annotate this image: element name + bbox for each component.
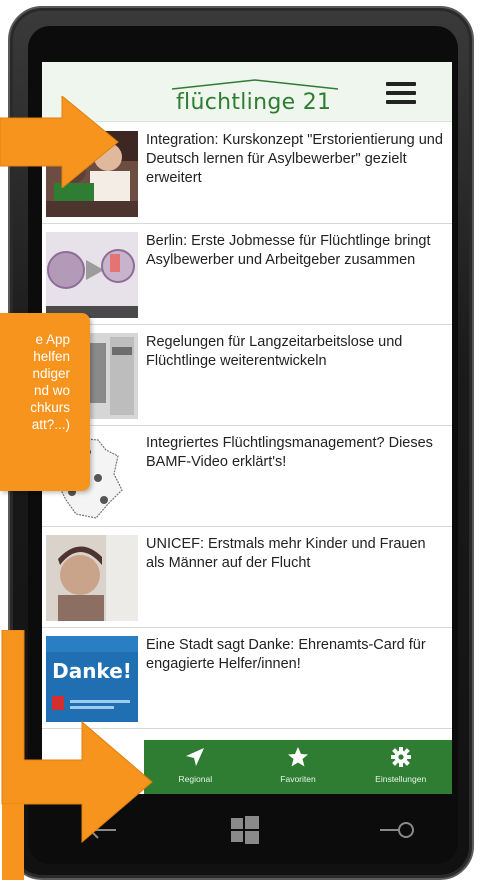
news-title: Regelungen für Langzeitarbeitslose und F… bbox=[146, 334, 403, 369]
news-title: Berlin: Erste Jobmesse für Flüchtlinge b… bbox=[146, 233, 431, 268]
news-title: Integration: Kurskonzept "Erstorientieru… bbox=[146, 132, 443, 186]
bottom-navigation: Regional Favoriten Einstellungen bbox=[144, 740, 452, 794]
windows-start-icon[interactable] bbox=[225, 810, 265, 850]
callout-line: chkurs bbox=[30, 400, 70, 415]
callout-line: att?...) bbox=[31, 417, 70, 432]
news-title: Integriertes Flüchtlingsmanagement? Dies… bbox=[146, 435, 433, 470]
nav-einstellungen-label: Einstellungen bbox=[375, 774, 427, 784]
nav-favoriten[interactable]: Favoriten bbox=[247, 740, 350, 794]
news-title: UNICEF: Erstmals mehr Kinder und Frauen … bbox=[146, 536, 426, 571]
search-button-icon[interactable] bbox=[376, 810, 420, 850]
news-item[interactable]: UNICEF: Erstmals mehr Kinder und Frauen … bbox=[42, 527, 452, 628]
nav-einstellungen[interactable]: Einstellungen bbox=[349, 740, 452, 794]
news-item[interactable]: Berlin: Erste Jobmesse für Flüchtlinge b… bbox=[42, 224, 452, 325]
location-arrow-icon bbox=[186, 748, 205, 766]
news-item[interactable]: Regelungen für Langzeitarbeitslose und F… bbox=[42, 325, 452, 426]
callout-line: helfen bbox=[33, 349, 70, 364]
news-title: Eine Stadt sagt Danke: Ehrenamts-Card fü… bbox=[146, 637, 426, 672]
arrow-right-icon bbox=[0, 96, 119, 188]
callout-line: ndiger bbox=[32, 366, 70, 381]
callout-line: e App bbox=[35, 332, 70, 347]
arrow-bent-right-icon bbox=[1, 630, 153, 880]
gear-icon bbox=[390, 747, 411, 767]
news-item[interactable]: Integriertes Flüchtlingsmanagement? Dies… bbox=[42, 426, 452, 527]
logo-text: flüchtlinge 21 bbox=[176, 90, 332, 115]
nav-favoriten-label: Favoriten bbox=[280, 774, 316, 784]
hamburger-menu-icon[interactable] bbox=[386, 82, 416, 104]
news-thumbnail bbox=[46, 535, 138, 621]
callout-line: nd wo bbox=[33, 383, 70, 398]
logo-roof-icon bbox=[171, 79, 339, 90]
news-thumbnail bbox=[46, 232, 138, 318]
star-icon bbox=[288, 747, 308, 767]
app-logo: flüchtlinge 21 bbox=[170, 78, 340, 118]
callout-box: e App helfen ndiger nd wo chkurs att?...… bbox=[0, 313, 90, 491]
